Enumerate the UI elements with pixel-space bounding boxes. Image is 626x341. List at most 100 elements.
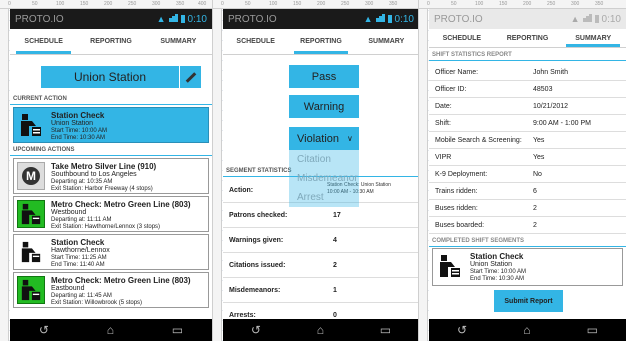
ruler-tick: 150 xyxy=(293,1,302,7)
report-row: Date: 10/21/2012 xyxy=(429,98,626,115)
ruler-tick: 200 xyxy=(523,1,532,7)
current-action-header: CURRENT ACTION xyxy=(10,94,212,105)
ruler-tick: 150 xyxy=(499,1,508,7)
ruler-tick: 0 xyxy=(8,1,11,7)
app-name: PROTO.IO xyxy=(434,13,483,25)
home-icon[interactable]: ⌂ xyxy=(317,323,324,337)
pass-button[interactable]: Pass xyxy=(289,65,359,88)
card-line4: End Time: 10:30 AM xyxy=(470,276,525,283)
battery-icon xyxy=(180,15,185,23)
report-row: VIPR Yes xyxy=(429,149,626,166)
ruler-tick: 250 xyxy=(341,1,350,7)
tab-schedule[interactable]: SCHEDULE xyxy=(10,29,77,54)
card-line3: Departing at: 11:45 AM xyxy=(51,293,112,300)
tab-reporting[interactable]: REPORTING xyxy=(495,29,561,47)
report-value: 48503 xyxy=(533,85,553,93)
status-icons: ▲ 0:10 xyxy=(364,13,414,25)
recents-icon[interactable]: ▭ xyxy=(587,323,598,337)
card-line3: Start Time: 10:00 AM xyxy=(51,128,108,135)
stat-label: Warnings given: xyxy=(229,236,284,244)
officer-icon xyxy=(17,238,45,266)
card-line4: End Time: 10:30 AM xyxy=(51,135,106,142)
battery-icon xyxy=(594,15,599,23)
violation-dropdown[interactable]: Violation ∨ xyxy=(289,127,359,150)
card-line2: Westbound xyxy=(51,209,87,217)
tab-schedule[interactable]: SCHEDULE xyxy=(429,29,495,47)
ruler-tick: 300 xyxy=(152,1,161,7)
ruler-top: 0 50 100 150 200 250 300 350 xyxy=(419,0,626,9)
tab-reporting[interactable]: REPORTING xyxy=(288,29,353,54)
pencil-icon xyxy=(185,71,196,83)
card-line2: Union Station xyxy=(470,261,513,269)
stat-label: Citations issued: xyxy=(229,261,286,269)
officer-icon xyxy=(17,111,45,139)
report-value: Yes xyxy=(533,136,545,144)
list-item[interactable]: Metro Check: Metro Green Line (803) East… xyxy=(13,272,209,308)
shift-report-header: SHIFT STATISTICS REPORT xyxy=(429,50,626,61)
app-name: PROTO.IO xyxy=(15,13,64,25)
clock: 0:10 xyxy=(601,13,621,25)
ruler-tick: 350 xyxy=(389,1,398,7)
back-icon[interactable]: ↺ xyxy=(251,323,261,337)
current-action-card[interactable]: Station Check Union Station Start Time: … xyxy=(13,107,209,143)
officer-icon xyxy=(17,200,45,228)
ruler-tick: 50 xyxy=(32,1,38,7)
report-value: No xyxy=(533,170,542,178)
report-row: Mobile Search & Screening: Yes xyxy=(429,132,626,149)
svg-text:M: M xyxy=(26,169,36,183)
submit-report-button[interactable]: Submit Report xyxy=(494,290,563,312)
report-label: Shift: xyxy=(435,119,451,127)
report-row: Buses ridden: 2 xyxy=(429,200,626,217)
tab-bar: SCHEDULE REPORTING SUMMARY xyxy=(10,29,212,55)
android-navbar: ↺ ⌂ ▭ xyxy=(429,319,626,341)
list-item[interactable]: Station Check Hawthorne/Lennox Start Tim… xyxy=(13,234,209,270)
tab-summary[interactable]: SUMMARY xyxy=(560,29,626,47)
signal-icon xyxy=(168,13,178,25)
stat-label: Arrests: xyxy=(229,311,256,319)
ruler-top: 0 50 100 150 200 250 300 350 400 xyxy=(0,0,212,9)
report-value: 2 xyxy=(533,204,537,212)
report-label: Officer ID: xyxy=(435,85,467,93)
card-title: Station Check xyxy=(51,111,105,120)
option-misdemeanor[interactable]: Misdemeanor xyxy=(289,169,359,188)
option-arrest[interactable]: Arrest xyxy=(289,188,359,207)
back-icon[interactable]: ↺ xyxy=(457,323,467,337)
stat-value: 17 xyxy=(333,211,341,219)
home-icon[interactable]: ⌂ xyxy=(107,323,114,337)
card-title: Metro Check: Metro Green Line (803) xyxy=(51,276,191,285)
completed-segment-card[interactable]: Station Check Union Station Start Time: … xyxy=(432,248,623,286)
option-citation[interactable]: Citation xyxy=(289,150,359,169)
report-label: Date: xyxy=(435,102,452,110)
back-icon[interactable]: ↺ xyxy=(39,323,49,337)
stat-label: Action: xyxy=(229,186,254,194)
station-selector[interactable]: Union Station xyxy=(41,66,212,88)
ruler-tick: 150 xyxy=(80,1,89,7)
tab-summary[interactable]: SUMMARY xyxy=(145,29,212,54)
warning-button[interactable]: Warning xyxy=(289,95,359,118)
home-icon[interactable]: ⌂ xyxy=(523,323,530,337)
stat-value: 1 xyxy=(333,286,337,294)
report-value: John Smith xyxy=(533,68,569,76)
clock: 0:10 xyxy=(394,13,414,25)
card-line2: Southbound to Los Angeles xyxy=(51,171,137,179)
status-bar: PROTO.IO ▲ 0:10 xyxy=(223,9,418,29)
report-row: Officer ID: 48503 xyxy=(429,81,626,98)
stat-row: Misdemeanors: 1 xyxy=(223,278,418,303)
violation-options-menu: Citation Misdemeanor Arrest xyxy=(289,150,359,207)
list-item[interactable]: M Take Metro Silver Line (910) Southboun… xyxy=(13,158,209,194)
list-item[interactable]: Metro Check: Metro Green Line (803) West… xyxy=(13,196,209,232)
summary-panel: 0 50 100 150 200 250 300 350 PROTO.IO ▲ … xyxy=(419,0,626,341)
recents-icon[interactable]: ▭ xyxy=(172,323,183,337)
ruler-tick: 350 xyxy=(176,1,185,7)
tab-reporting[interactable]: REPORTING xyxy=(77,29,144,54)
station-title[interactable]: Union Station xyxy=(41,66,179,88)
upcoming-actions-header: UPCOMING ACTIONS xyxy=(10,145,212,156)
report-value: 2 xyxy=(533,221,537,229)
report-label: Buses boarded: xyxy=(435,221,485,229)
violation-label: Violation xyxy=(297,132,339,145)
tab-schedule[interactable]: SCHEDULE xyxy=(223,29,288,54)
recents-icon[interactable]: ▭ xyxy=(380,323,391,337)
tab-summary[interactable]: SUMMARY xyxy=(354,29,418,54)
report-label: Officer Name: xyxy=(435,68,479,76)
edit-button[interactable] xyxy=(179,66,201,88)
